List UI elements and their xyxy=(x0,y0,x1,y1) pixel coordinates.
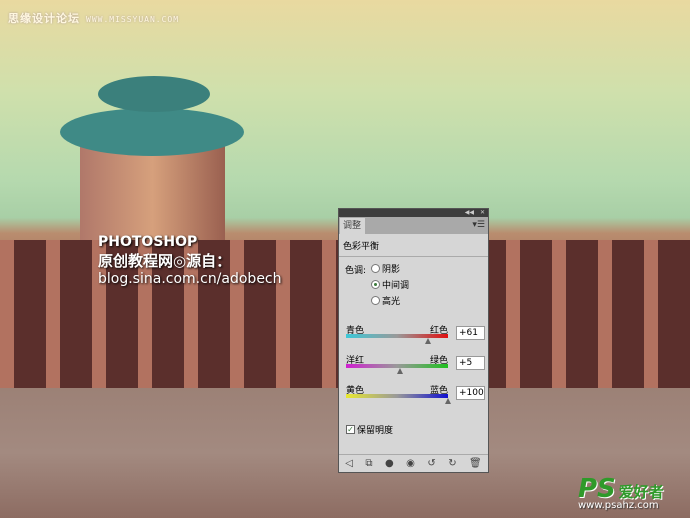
radio-label: 中间调 xyxy=(382,281,410,291)
close-icon[interactable]: ✕ xyxy=(480,209,485,217)
view-previous-icon[interactable]: ↺ xyxy=(427,458,435,469)
color-balance-slider[interactable]: 青色 红色 xyxy=(346,323,448,344)
panel-toolbar: ◁ ⧉ ● ◉ ↺ ↻ 🗑 xyxy=(339,454,488,472)
slider-value-input[interactable]: +61 xyxy=(456,326,485,340)
tower-top xyxy=(98,76,210,112)
slider-right-label: 绿色 xyxy=(429,356,448,366)
tab-adjustments[interactable]: 调整 xyxy=(340,218,365,234)
eye-icon[interactable]: ◉ xyxy=(406,458,415,469)
radio-circle xyxy=(371,280,380,289)
color-balance-slider[interactable]: 洋红 绿色 xyxy=(346,353,448,374)
top-watermark: 思缘设计论坛 WWW.MISSYUAN.COM xyxy=(8,10,179,26)
watermark-url: WWW.MISSYUAN.COM xyxy=(86,15,180,24)
slider-track[interactable] xyxy=(346,364,448,374)
logo-url: www.psahz.com xyxy=(578,500,659,511)
reset-icon[interactable]: ↻ xyxy=(448,458,456,469)
watermark-line: PHOTOSHOP xyxy=(98,234,198,250)
slider-thumb[interactable] xyxy=(396,368,403,374)
collapse-icon[interactable]: ◀◀ xyxy=(465,209,474,217)
adjustments-panel: ◀◀ ✕ 调整 ▾☰ 色彩平衡 色调: 阴影中间调高光 青色 红色 +61 洋红 绿色 +5 黄… xyxy=(338,208,489,473)
clip-layer-icon[interactable]: ⧉ xyxy=(365,458,372,469)
radio-circle xyxy=(371,296,380,305)
watermark-line: blog.sina.com.cn/adobech xyxy=(98,271,282,287)
radio-label: 高光 xyxy=(382,297,401,307)
adjustment-title: 色彩平衡 xyxy=(339,234,488,257)
tone-label: 色调: xyxy=(345,266,367,276)
tower-roof xyxy=(60,108,244,156)
checkbox-label: 保留明度 xyxy=(357,426,394,436)
slider-value-input[interactable]: +5 xyxy=(456,356,485,370)
watermark-line: 原创教程网◎源自： xyxy=(98,252,232,270)
slider-thumb[interactable] xyxy=(445,398,451,404)
slider-right-label: 蓝色 xyxy=(429,386,448,396)
psahz-logo: PS 爱好者 www.psahz.com xyxy=(578,474,664,511)
slider-left-label: 黄色 xyxy=(346,386,365,396)
logo-cn: 爱好者 xyxy=(618,483,664,501)
slider-left-label: 洋红 xyxy=(346,356,365,366)
slider-value-input[interactable]: +100 xyxy=(456,386,485,400)
radio-label: 阴影 xyxy=(382,265,401,275)
panel-titlebar[interactable]: ◀◀ ✕ xyxy=(339,209,488,217)
center-watermark: PHOTOSHOP 原创教程网◎源自： blog.sina.com.cn/ado… xyxy=(98,234,282,287)
tone-radio[interactable]: 阴影 xyxy=(371,262,400,275)
slider-thumb[interactable] xyxy=(425,338,432,344)
check-icon: ✓ xyxy=(346,425,355,434)
back-icon[interactable]: ◁ xyxy=(345,458,353,469)
tone-radio[interactable]: 中间调 xyxy=(371,278,409,291)
slider-left-label: 青色 xyxy=(346,326,365,336)
slider-right-label: 红色 xyxy=(429,326,448,336)
radio-circle xyxy=(371,264,380,273)
trash-icon[interactable]: 🗑 xyxy=(469,458,482,469)
slider-track[interactable] xyxy=(346,394,451,404)
slider-track[interactable] xyxy=(346,334,448,344)
panel-menu-icon[interactable]: ▾☰ xyxy=(472,220,485,230)
color-balance-slider[interactable]: 黄色 蓝色 xyxy=(346,383,451,404)
watermark-text: 思缘设计论坛 xyxy=(8,12,80,25)
visibility-layer-icon[interactable]: ● xyxy=(385,458,394,469)
tone-radio[interactable]: 高光 xyxy=(371,294,400,307)
preserve-luminosity-checkbox[interactable]: ✓ 保留明度 xyxy=(346,423,393,436)
